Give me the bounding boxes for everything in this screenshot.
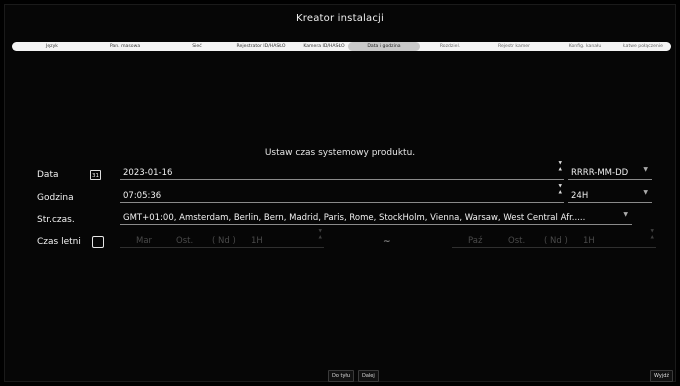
step-camera-registration[interactable]: Rejestr kamer <box>486 42 542 51</box>
date-format-value: RRRR-MM-DD <box>571 168 629 178</box>
timezone-label: Str.czas. <box>37 215 75 225</box>
date-field[interactable]: 2023-01-16 ▲▼ <box>120 161 564 180</box>
dst-start-week: Ost. <box>176 236 194 246</box>
dst-end-week: Ost. <box>508 236 526 246</box>
calendar-icon[interactable]: 31 <box>90 170 101 180</box>
dst-end-day: ( Nd ) <box>544 236 568 246</box>
dst-start-day: ( Nd ) <box>212 236 236 246</box>
dst-start-hour: 1H <box>251 236 263 246</box>
dst-end-month: Paź <box>468 236 483 246</box>
dst-end-field[interactable]: Paź Ost. ( Nd ) 1H ▲▼ <box>452 229 656 248</box>
window-title: Kreator instalacji <box>296 13 384 24</box>
step-storage[interactable]: Pan. masowa <box>94 42 156 51</box>
back-button[interactable]: Do tyłu <box>328 370 355 382</box>
date-value: 2023-01-16 <box>123 168 173 178</box>
wizard-steps-bar: Język Pan. masowa Sieć Rejestrator ID/HA… <box>12 42 671 51</box>
step-camera-credentials[interactable]: Kamera ID/HASŁO <box>292 42 356 51</box>
date-format-select[interactable]: RRRR-MM-DD ▼ <box>568 166 652 180</box>
page-subtitle: Ustaw czas systemowy produktu. <box>264 148 416 158</box>
dst-separator: ~ <box>383 237 391 247</box>
exit-button[interactable]: Wyjdź <box>650 370 674 382</box>
dst-end-hour: 1H <box>583 236 595 246</box>
step-resolution[interactable]: Rozdziel. <box>428 42 472 51</box>
timezone-select[interactable]: GMT+01:00, Amsterdam, Berlin, Bern, Madr… <box>120 211 632 225</box>
dst-checkbox[interactable] <box>92 236 104 248</box>
time-label: Godzina <box>37 193 74 203</box>
next-button[interactable]: Dalej <box>358 370 379 382</box>
step-recorder-credentials[interactable]: Rejestrator ID/HASŁO <box>220 42 302 51</box>
time-value: 07:05:36 <box>123 191 162 201</box>
step-channel-config[interactable]: Konfig. kanału <box>558 42 612 51</box>
chevron-down-icon: ▼ <box>643 189 648 196</box>
dst-start-month: Mar <box>136 236 153 246</box>
time-field[interactable]: 07:05:36 ▲▼ <box>120 184 564 203</box>
dst-label: Czas letni <box>37 237 81 247</box>
step-network[interactable]: Sieć <box>172 42 222 51</box>
step-language[interactable]: Język <box>12 42 92 51</box>
step-easy-connection[interactable]: Łatwe połączenie <box>614 42 672 51</box>
timezone-value: GMT+01:00, Amsterdam, Berlin, Bern, Madr… <box>123 213 586 223</box>
time-format-select[interactable]: 24H ▼ <box>568 189 652 203</box>
dst-start-field[interactable]: Mar Ost. ( Nd ) 1H ▲▼ <box>120 229 324 248</box>
chevron-down-icon: ▼ <box>623 211 628 218</box>
date-label: Data <box>37 170 59 180</box>
chevron-down-icon: ▼ <box>643 166 648 173</box>
time-format-value: 24H <box>571 191 589 201</box>
step-date-time[interactable]: Data i godzina <box>348 42 420 51</box>
